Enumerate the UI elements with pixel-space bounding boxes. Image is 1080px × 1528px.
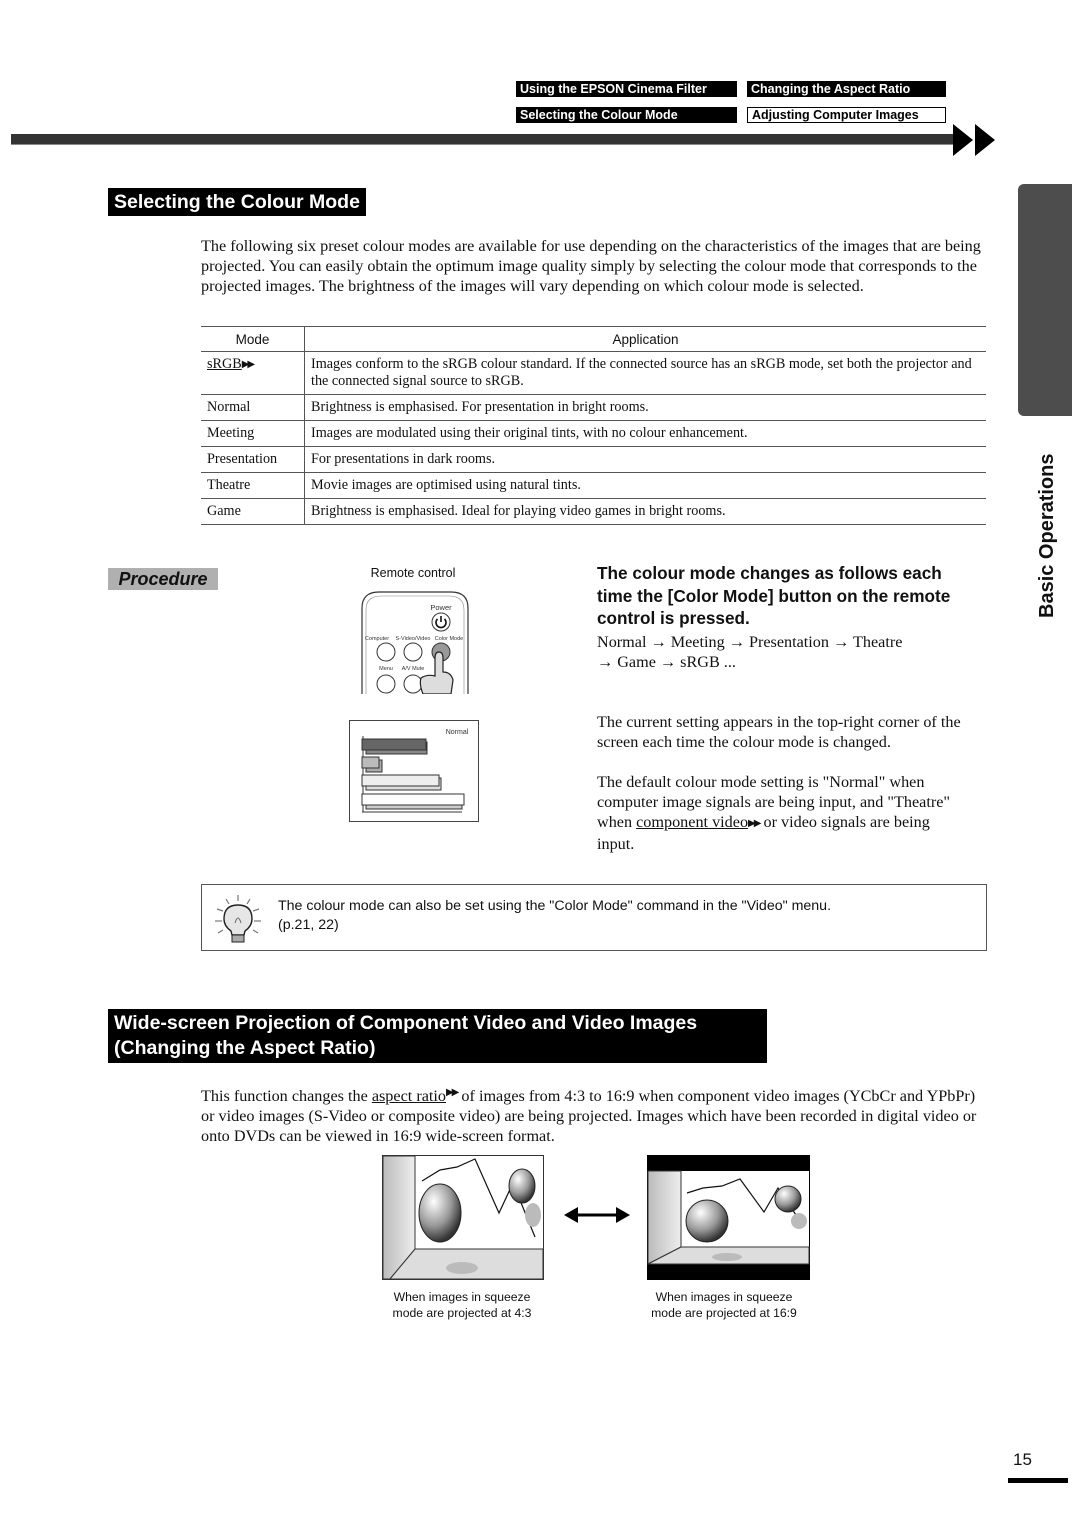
glossary-arrow-icon: ▶▶ — [241, 359, 255, 370]
figure-16-9 — [647, 1155, 810, 1280]
table-cell-mode: Theatre — [201, 472, 305, 499]
section-title-colour-mode: Selecting the Colour Mode — [108, 188, 366, 216]
power-label: Power — [430, 603, 452, 612]
remote-caption: Remote control — [370, 566, 456, 580]
page-number: 15 — [1013, 1450, 1032, 1469]
glossary-link-aspect-ratio[interactable]: aspect ratio — [372, 1087, 446, 1105]
caption-line2: mode are projected at 16:9 — [651, 1306, 797, 1320]
double-arrow-icon — [564, 1207, 630, 1223]
nav-tag-aspect-ratio[interactable]: Changing the Aspect Ratio — [747, 81, 946, 97]
glossary-arrow-icon: ▶▶ — [748, 818, 761, 829]
table-cell-application: Images conform to the sRGB colour standa… — [304, 351, 986, 395]
intro-paragraph: The following six preset colour modes ar… — [201, 237, 981, 295]
menu-label: Menu — [379, 666, 393, 672]
lightbulb-icon — [215, 895, 261, 943]
glossary-link-component-video[interactable]: component video — [636, 813, 748, 831]
remote-control-illustration: Power Computer S-Video/Video Color Mode … — [361, 591, 469, 694]
step-heading: The colour mode changes as follows each … — [597, 563, 951, 628]
svideo-button[interactable] — [403, 642, 423, 662]
glossary-arrow-icon: ▶▶ — [445, 1087, 459, 1098]
page-number-rule — [1008, 1478, 1068, 1483]
nav-tag-computer-images[interactable]: Adjusting Computer Images — [747, 107, 946, 123]
screen-normal-illustration: Normal — [349, 720, 479, 822]
table-header-mode: Mode — [201, 326, 305, 352]
table-row: Presentation For presentations in dark r… — [201, 446, 986, 473]
table-row: Normal Brightness is emphasised. For pre… — [201, 394, 986, 421]
note-default-mode: The default colour mode setting is "Norm… — [597, 772, 969, 854]
av-mute-label: A/V Mute — [402, 666, 425, 672]
table-cell-application: Brightness is emphasised. For presentati… — [304, 394, 986, 421]
glossary-link-srgb[interactable]: sRGB — [207, 356, 242, 372]
table-cell-mode: Normal — [201, 394, 305, 421]
table-row: Theatre Movie images are optimised using… — [201, 472, 986, 499]
figure-16-9-caption: When images in squeeze mode are projecte… — [624, 1289, 824, 1321]
table-row: Meeting Images are modulated using their… — [201, 420, 986, 447]
tip-page-ref[interactable]: (p.21, 22) — [278, 916, 968, 935]
colour-mode-table: Mode Application sRGB▶▶ Images conform t… — [201, 326, 986, 525]
computer-label: Computer — [365, 636, 389, 642]
menu-button[interactable] — [376, 674, 396, 694]
section-title-aspect-ratio: Wide-screen Projection of Component Vide… — [108, 1009, 767, 1063]
section-title-line1: Wide-screen Projection of Component Vide… — [114, 1012, 698, 1034]
av-mute-button[interactable] — [403, 674, 423, 694]
nav-tag-cinema-filter[interactable]: Using the EPSON Cinema Filter — [516, 81, 737, 97]
table-cell-application: Movie images are optimised using natural… — [304, 472, 986, 499]
table-row: sRGB▶▶ Images conform to the sRGB colour… — [201, 351, 986, 395]
procedure-label: Procedure — [108, 568, 218, 590]
mode-sequence-line2: → Game → sRGB ... — [597, 653, 736, 671]
chapter-tab[interactable] — [1018, 184, 1072, 416]
tip-text: The colour mode can also be set using th… — [278, 897, 968, 935]
mode-sequence-line1: Normal → Meeting → Presentation → Theatr… — [597, 633, 903, 651]
aspect-paragraph: This function changes the aspect ratio▶▶… — [201, 1083, 991, 1146]
nav-tag-colour-mode[interactable]: Selecting the Colour Mode — [516, 107, 737, 123]
power-button[interactable] — [431, 612, 451, 632]
svideo-label: S-Video/Video — [396, 636, 431, 642]
caption-line2: mode are projected at 4:3 — [392, 1306, 532, 1320]
computer-button[interactable] — [376, 642, 396, 662]
table-cell-mode: Meeting — [201, 420, 305, 447]
table-cell-mode: Game — [201, 498, 305, 525]
table-cell-application: Brightness is emphasised. Ideal for play… — [304, 498, 986, 525]
figure-4-3 — [382, 1155, 544, 1280]
caption-line1: When images in squeeze — [655, 1290, 793, 1304]
table-row: Game Brightness is emphasised. Ideal for… — [201, 498, 986, 525]
next-arrow-icon[interactable] — [953, 124, 973, 156]
chapter-label: Basic Operations — [1036, 453, 1058, 618]
table-header-application: Application — [304, 326, 986, 352]
note-current-setting: The current setting appears in the top-r… — [597, 713, 961, 751]
table-cell-application: Images are modulated using their origina… — [304, 420, 986, 447]
section-title-line2: (Changing the Aspect Ratio) — [114, 1037, 376, 1059]
table-cell-mode: Presentation — [201, 446, 305, 473]
figure-4-3-caption: When images in squeeze mode are projecte… — [362, 1289, 562, 1321]
tip-text-line1: The colour mode can also be set using th… — [278, 898, 832, 914]
aspect-text: This function changes the — [201, 1087, 372, 1105]
header-rule — [11, 134, 956, 145]
tip-box: The colour mode can also be set using th… — [201, 884, 987, 951]
next-arrow-icon-2[interactable] — [975, 124, 995, 156]
mode-sequence: Normal → Meeting → Presentation → Theatr… — [597, 632, 987, 672]
color-mode-label: Color Mode — [435, 636, 463, 642]
table-cell-application: For presentations in dark rooms. — [304, 446, 986, 473]
caption-line1: When images in squeeze — [393, 1290, 531, 1304]
screen-mode-label: Normal — [446, 729, 469, 736]
